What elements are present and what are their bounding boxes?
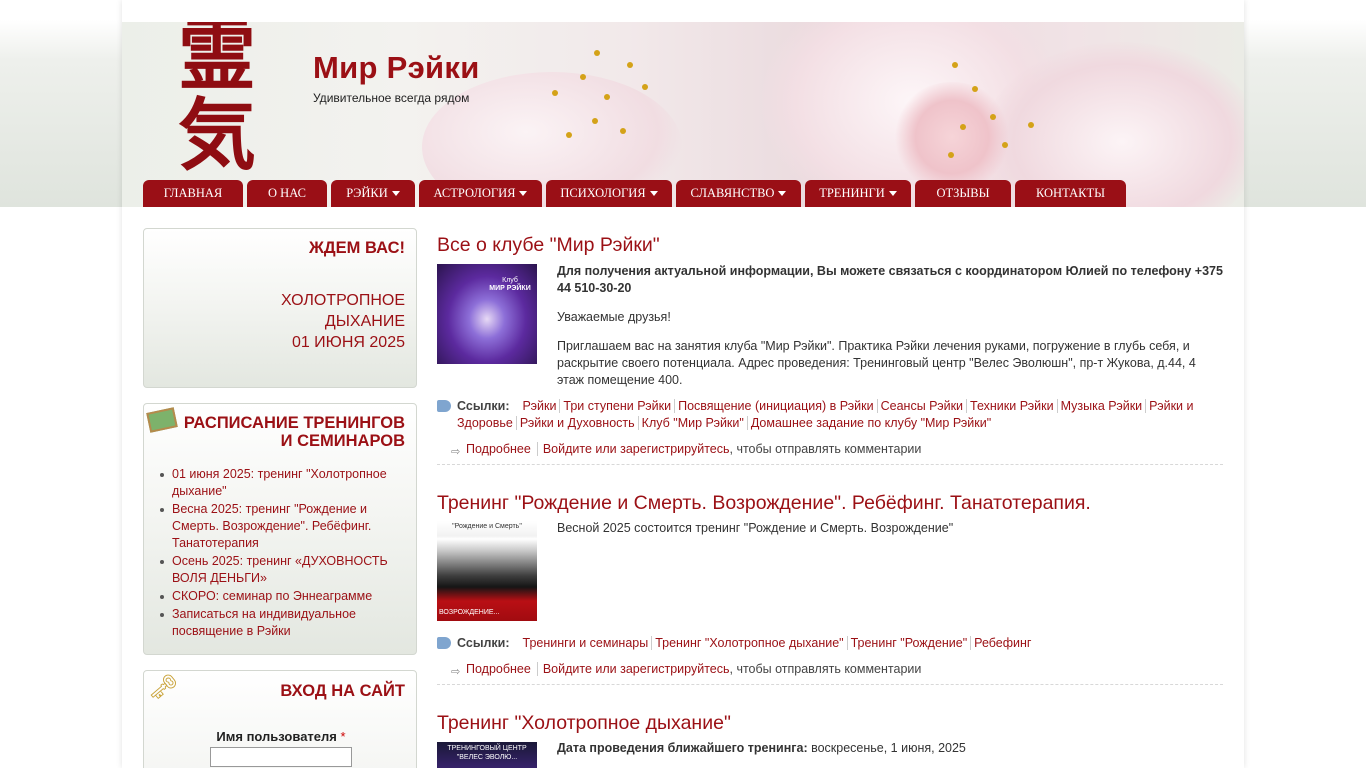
block-title: РАСПИСАНИЕ ТРЕНИНГОВ И СЕМИНАРОВ [183, 414, 405, 450]
nav-item-trainings[interactable]: ТРЕНИНГИ [805, 180, 911, 207]
page: 霊気 Мир Рэйки Удивительное всегда рядом Г… [122, 0, 1244, 768]
schedule-item[interactable]: СКОРО: семинар по Эннеаграмме [157, 588, 407, 605]
schedule-block: РАСПИСАНИЕ ТРЕНИНГОВ И СЕМИНАРОВ 01 июня… [143, 403, 417, 655]
username-input[interactable] [210, 747, 352, 767]
site-name[interactable]: Мир Рэйки [313, 50, 480, 86]
required-mark: * [340, 729, 346, 744]
article-thumbnail[interactable]: "Рождение и Смерть" ВОЗРОЖДЕНИЕ... [437, 521, 537, 621]
article-thumbnail[interactable]: ТРЕНИНГОВЫЙ ЦЕНТР "ВЕЛЕС ЭВОЛЮ... [437, 742, 537, 768]
login-register-link[interactable]: Войдите или зарегистрируйтесь [543, 442, 730, 456]
chalkboard-icon [146, 407, 178, 433]
term-link[interactable]: Тренинги и семинары [519, 636, 653, 650]
article-title[interactable]: Тренинг "Холотропное дыхание" [437, 712, 731, 735]
login-block: 🗝 ВХОД НА САЙТ Имя пользователя * [143, 670, 417, 768]
term-link[interactable]: Ребефинг [971, 636, 1034, 650]
schedule-list: 01 июня 2025: тренинг "Холотропное дыхан… [157, 466, 407, 641]
schedule-item[interactable]: 01 июня 2025: тренинг "Холотропное дыхан… [157, 466, 407, 500]
term-link[interactable]: Посвящение (инициация) в Рэйки [675, 399, 878, 413]
nav-item-psychology[interactable]: ПСИХОЛОГИЯ [546, 180, 672, 207]
event-announcement[interactable]: ХОЛОТРОПНОЕ ДЫХАНИЕ 01 ИЮНЯ 2025 [281, 290, 405, 353]
username-label: Имя пользователя * [216, 729, 346, 744]
nav-item-reviews[interactable]: ОТЗЫВЫ [915, 180, 1011, 207]
term-link[interactable]: Сеансы Рэйки [877, 399, 968, 413]
nav-item-reiki[interactable]: РЭЙКИ [331, 180, 415, 207]
nav-item-contacts[interactable]: КОНТАКТЫ [1015, 180, 1126, 207]
read-more-link[interactable]: Подробнее [466, 662, 538, 676]
main-menu: ГЛАВНАЯ О НАС РЭЙКИ АСТРОЛОГИЯ ПСИХОЛОГИ… [143, 180, 1126, 207]
nav-item-slavism[interactable]: СЛАВЯНСТВО [676, 180, 801, 207]
article-body: Дата проведения ближайшего тренинга: вос… [557, 741, 966, 755]
term-link[interactable]: Рэйки и Духовность [516, 416, 639, 430]
arrow-right-icon: ⇨ [451, 446, 461, 458]
article-title[interactable]: Все о клубе "Мир Рэйки" [437, 234, 660, 257]
block-title: ЖДЕМ ВАС! [308, 239, 405, 257]
divider [437, 684, 1223, 685]
site-logo[interactable]: 霊気 [172, 22, 262, 176]
block-title: ВХОД НА САЙТ [280, 682, 405, 700]
chevron-down-icon [649, 191, 658, 196]
article-title[interactable]: Тренинг "Рождение и Смерть. Возрождение"… [437, 492, 1091, 515]
read-more-link[interactable]: Подробнее [466, 442, 538, 456]
waiting-block: ЖДЕМ ВАС! ХОЛОТРОПНОЕ ДЫХАНИЕ 01 ИЮНЯ 20… [143, 228, 417, 388]
term-link[interactable]: Рэйки [519, 399, 561, 413]
term-link[interactable]: Домашнее задание по клубу "Мир Рэйки" [748, 416, 994, 430]
nav-item-about[interactable]: О НАС [247, 180, 327, 207]
article-terms: Ссылки: Тренинги и семинары Тренинг "Холот… [437, 635, 1223, 652]
arrow-right-icon: ⇨ [451, 666, 461, 678]
schedule-item[interactable]: Осень 2025: тренинг «ДУХОВНОСТЬ ВОЛЯ ДЕН… [157, 553, 407, 587]
term-link[interactable]: Тренинг "Холотропное дыхание" [652, 636, 848, 650]
article-links: ⇨ Подробнее Войдите или зарегистрируйтесь… [451, 661, 921, 678]
tag-icon [437, 400, 451, 412]
term-link[interactable]: Клуб "Мир Рэйки" [638, 416, 748, 430]
term-link[interactable]: Техники Рэйки [967, 399, 1058, 413]
article-links: ⇨ Подробнее Войдите или зарегистрируйтесь… [451, 441, 921, 458]
article-terms: Ссылки: Рэйки Три ступени Рэйки Посвящение … [437, 398, 1223, 432]
blossom-decoration [892, 82, 1012, 192]
nav-item-home[interactable]: ГЛАВНАЯ [143, 180, 243, 207]
chevron-down-icon [519, 191, 528, 196]
chevron-down-icon [778, 191, 787, 196]
article-thumbnail[interactable]: Клуб МИР РЭЙКИ [437, 264, 537, 364]
article-body: Весной 2025 состоится тренинг "Рождение … [557, 521, 954, 535]
schedule-item[interactable]: Записаться на индивидуальное посвящение … [157, 606, 407, 640]
tag-icon [437, 637, 451, 649]
article-body: Для получения актуальной информации, Вы … [557, 264, 1223, 387]
nav-item-astrology[interactable]: АСТРОЛОГИЯ [419, 180, 542, 207]
login-register-link[interactable]: Войдите или зарегистрируйтесь [543, 662, 730, 676]
term-link[interactable]: Тренинг "Рождение" [847, 636, 972, 650]
chevron-down-icon [391, 191, 400, 196]
term-link[interactable]: Три ступени Рэйки [560, 399, 676, 413]
chevron-down-icon [888, 191, 897, 196]
schedule-item[interactable]: Весна 2025: тренинг "Рождение и Смерть. … [157, 501, 407, 552]
divider [437, 464, 1223, 465]
site-slogan: Удивительное всегда рядом [313, 91, 470, 105]
term-link[interactable]: Музыка Рэйки [1057, 399, 1147, 413]
keys-icon: 🗝 [148, 674, 179, 701]
